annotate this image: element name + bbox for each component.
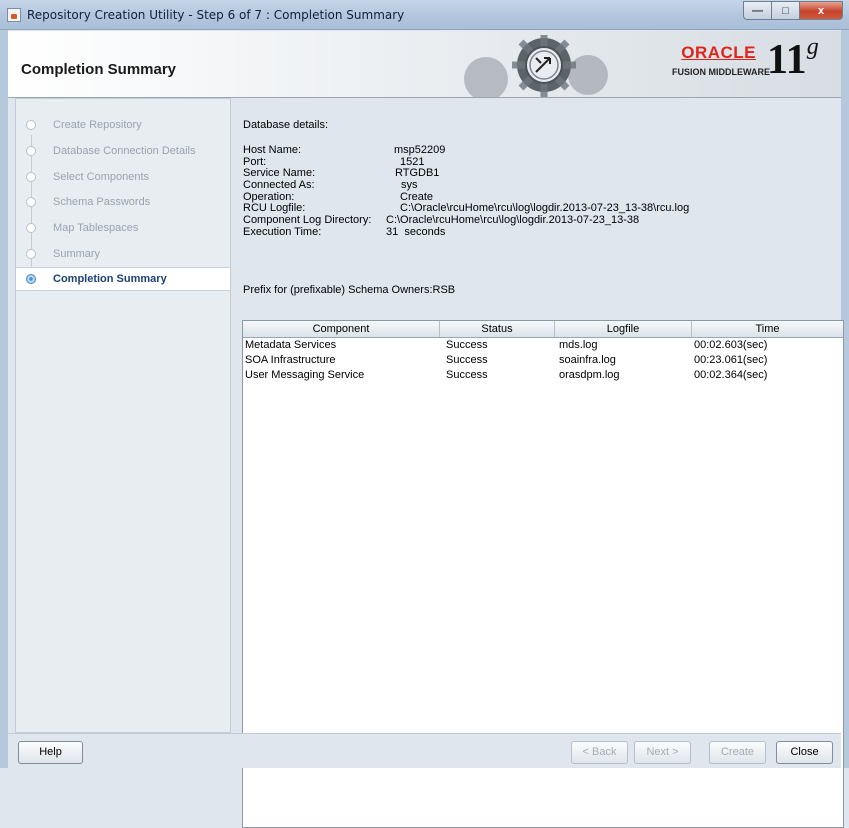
table-row[interactable]: Metadata Services Success mds.log 00:02.… [243, 338, 843, 353]
maximize-button[interactable]: □ [771, 1, 799, 20]
step-select-components[interactable]: Select Components [16, 165, 230, 189]
oracle-logo: ORACLE FUSION MIDDLEWARE [672, 43, 770, 77]
column-header-time[interactable]: Time [692, 321, 843, 337]
next-button-label: Next > [646, 746, 679, 758]
cell-time: 00:23.061(sec) [694, 354, 768, 366]
cell-logfile: soainfra.log [559, 354, 616, 366]
step-schema-passwords[interactable]: Schema Passwords [16, 190, 230, 214]
window-controls: — □ x [743, 1, 843, 20]
version-suffix: g [806, 34, 819, 60]
cell-logfile: orasdpm.log [559, 369, 620, 381]
version-number: 11 [767, 37, 807, 83]
close-button-label: Close [790, 746, 819, 758]
step-completion-summary[interactable]: Completion Summary [16, 267, 230, 291]
help-button-label: Help [39, 746, 62, 758]
table-row[interactable]: SOA Infrastructure Success soainfra.log … [243, 353, 843, 368]
step-label: Create Repository [53, 119, 142, 131]
back-button[interactable]: < Back [571, 741, 628, 764]
detail-value: sys [401, 179, 418, 192]
detail-key: Execution Time: [243, 225, 322, 238]
main-panel: Database details: Host Name: msp52209 Po… [232, 98, 844, 828]
table-header: Component Status Logfile Time [243, 321, 843, 338]
step-done-icon [26, 146, 36, 156]
step-done-icon [26, 120, 36, 130]
window-titlebar: Repository Creation Utility - Step 6 of … [0, 0, 849, 30]
gears-graphic-icon [464, 35, 608, 97]
step-label: Schema Passwords [53, 196, 151, 208]
java-app-icon [7, 8, 21, 22]
cell-status: Success [446, 369, 488, 381]
cell-status: Success [446, 339, 488, 351]
database-details-heading: Database details: [243, 119, 328, 131]
step-done-icon [26, 223, 36, 233]
step-label: Select Components [53, 171, 149, 183]
cell-component: SOA Infrastructure [245, 354, 336, 366]
step-create-repository[interactable]: Create Repository [16, 113, 230, 137]
step-label: Completion Summary [53, 273, 167, 285]
detail-value: 31 seconds [386, 225, 446, 238]
cell-time: 00:02.603(sec) [694, 339, 768, 351]
step-done-icon [26, 172, 36, 182]
header-banner: Completion Summary ORACLE FUSION MIDDLEW… [8, 31, 841, 98]
close-window-button[interactable]: x [799, 1, 843, 20]
step-map-tablespaces[interactable]: Map Tablespaces [16, 216, 230, 240]
oracle-wordmark: ORACLE [681, 43, 756, 62]
window-frame-left [0, 30, 8, 768]
page-title: Completion Summary [21, 61, 177, 78]
cell-time: 00:02.364(sec) [694, 369, 768, 381]
close-button[interactable]: Close [776, 741, 833, 764]
schema-prefix-text: Prefix for (prefixable) Schema Owners:RS… [243, 284, 456, 296]
table-row[interactable]: User Messaging Service Success orasdpm.l… [243, 368, 843, 383]
steps-sidebar: Create Repository Database Connection De… [15, 98, 231, 733]
step-label: Database Connection Details [53, 145, 196, 157]
step-label: Map Tablespaces [53, 222, 139, 234]
detail-key: Host Name: [243, 144, 302, 156]
column-header-component[interactable]: Component [243, 321, 440, 337]
next-button[interactable]: Next > [634, 741, 691, 764]
step-current-icon [26, 274, 36, 284]
step-done-icon [26, 249, 36, 259]
column-header-status[interactable]: Status [440, 321, 555, 337]
help-button[interactable]: Help [18, 741, 83, 764]
cell-status: Success [446, 354, 488, 366]
cell-logfile: mds.log [559, 339, 598, 351]
version-11g-logo: 11g [767, 35, 819, 83]
detail-key: Connected As: [243, 179, 315, 192]
step-summary[interactable]: Summary [16, 242, 230, 266]
back-button-label: < Back [582, 746, 617, 758]
create-button[interactable]: Create [709, 741, 766, 764]
create-button-label: Create [720, 746, 755, 758]
step-label: Summary [53, 248, 101, 260]
fusion-middleware-label: FUSION MIDDLEWARE [672, 67, 770, 77]
cell-component: User Messaging Service [245, 369, 365, 381]
column-header-logfile[interactable]: Logfile [555, 321, 692, 337]
step-database-connection-details[interactable]: Database Connection Details [16, 139, 230, 163]
window-title: Repository Creation Utility - Step 6 of … [27, 8, 405, 22]
step-done-icon [26, 197, 36, 207]
detail-value: msp52209 [394, 144, 446, 156]
wizard-button-bar: Help < Back Next > Create Close [8, 733, 841, 768]
minimize-button[interactable]: — [743, 1, 771, 20]
cell-component: Metadata Services [245, 339, 337, 351]
